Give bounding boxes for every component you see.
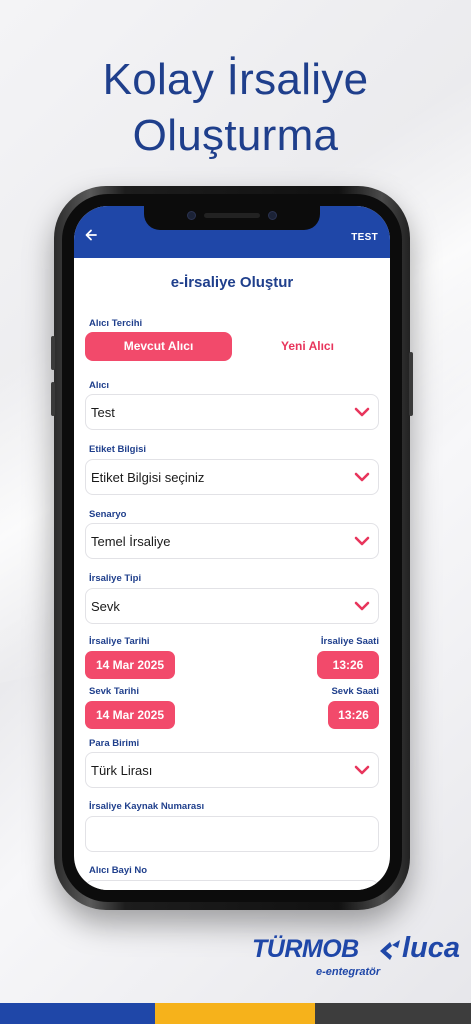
chevron-down-icon (354, 536, 370, 546)
logo-turmob-text: TÜRMOB (252, 935, 359, 963)
recipient-label: Alıcı (89, 380, 110, 391)
source-number-label: İrsaliye Kaynak Numarası (89, 801, 205, 812)
scenario-value: Temel İrsaliye (91, 534, 171, 549)
page-title: e-İrsaliye Oluştur (170, 274, 294, 291)
app-screen: TEST e-İrsaliye Oluştur Alıcı Tercihi Me… (74, 206, 390, 890)
luca-mark-icon (380, 940, 400, 960)
headline: Kolay İrsaliye Oluşturma (0, 52, 471, 164)
waybill-time-button[interactable]: 13:26 (317, 651, 379, 679)
waybill-date-button[interactable]: 14 Mar 2025 (85, 651, 175, 679)
phone-volume-down-button (51, 382, 55, 416)
chevron-down-icon (354, 472, 370, 482)
phone-notch (144, 206, 320, 230)
tag-info-value: Etiket Bilgisi seçiniz (91, 470, 205, 485)
existing-recipient-button[interactable]: Mevcut Alıcı (85, 332, 232, 361)
logo-subtitle: e-entegratör (316, 966, 381, 978)
headline-line-2: Oluşturma (132, 111, 339, 160)
face-sensor (268, 211, 277, 220)
stripe-gray (315, 1003, 471, 1024)
scenario-select[interactable]: Temel İrsaliye (85, 523, 379, 559)
dealer-no-input[interactable] (85, 880, 379, 890)
phone-power-button (409, 352, 413, 416)
scenario-label: Senaryo (89, 509, 127, 520)
stripe-yellow (155, 1003, 315, 1024)
waybill-time-label: İrsaliye Saati (320, 636, 379, 647)
currency-label: Para Birimi (89, 738, 140, 749)
waybill-type-select[interactable]: Sevk (85, 588, 379, 624)
chevron-down-icon (354, 601, 370, 611)
recipient-select[interactable]: Test (85, 394, 379, 430)
front-camera (187, 211, 196, 220)
logo-luca-text: luca (402, 932, 461, 964)
turmob-luca-logo: TÜRMOB luca e-entegratör (252, 932, 467, 985)
chevron-down-icon (354, 765, 370, 775)
earpiece-speaker (204, 213, 260, 218)
ship-time-label: Sevk Saati (331, 686, 379, 697)
waybill-date-label: İrsaliye Tarihi (89, 636, 150, 647)
source-number-input[interactable] (85, 816, 379, 852)
phone-volume-up-button (51, 336, 55, 370)
dealer-no-label: Alıcı Bayi No (89, 865, 148, 876)
new-recipient-button[interactable]: Yeni Alıcı (240, 332, 375, 361)
tag-info-select[interactable]: Etiket Bilgisi seçiniz (85, 459, 379, 495)
currency-value: Türk Lirası (91, 763, 153, 778)
currency-select[interactable]: Türk Lirası (85, 752, 379, 788)
headline-line-1: Kolay İrsaliye (102, 55, 369, 104)
arrow-left-icon[interactable] (84, 228, 102, 246)
ship-time-button[interactable]: 13:26 (328, 701, 379, 729)
chevron-down-icon (354, 407, 370, 417)
recipient-pref-label: Alıcı Tercihi (89, 318, 143, 329)
tag-info-label: Etiket Bilgisi (89, 444, 147, 455)
ship-date-button[interactable]: 14 Mar 2025 (85, 701, 175, 729)
waybill-type-label: İrsaliye Tipi (89, 573, 142, 584)
ship-date-label: Sevk Tarihi (89, 686, 139, 697)
test-label: TEST (351, 232, 378, 243)
waybill-type-value: Sevk (91, 599, 120, 614)
recipient-value: Test (91, 405, 115, 420)
stripe-blue (0, 1003, 155, 1024)
